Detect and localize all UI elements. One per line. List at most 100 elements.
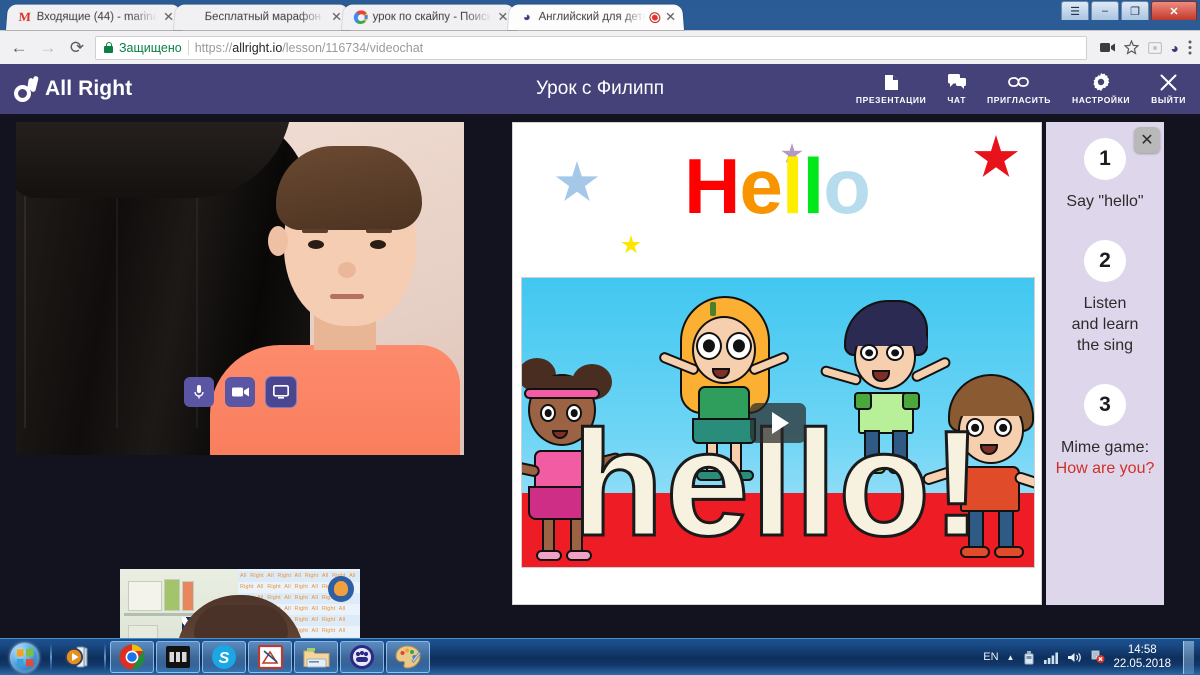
task-item-2: 2 Listen and learn the sing [1052,240,1158,356]
browser-tab-3[interactable]: урок по скайпу - Поиск ✕ [342,4,517,31]
tab-title: урок по скайпу - Поиск [372,11,492,24]
start-button[interactable] [1,641,47,674]
header-action-label: НАСТРОЙКИ [1071,94,1131,105]
task-number: 1 [1084,138,1126,180]
user-switch-button[interactable]: ☰ [1061,1,1089,20]
microphone-toggle[interactable] [184,377,214,407]
student-eye [308,240,324,249]
google-icon [353,10,369,25]
student-eye [370,240,386,249]
camera-toggle[interactable] [225,377,255,407]
header-action-settings[interactable]: НАСТРОЙКИ [1071,73,1131,105]
app-logo[interactable]: All Right [14,75,133,102]
red-app-icon[interactable] [248,641,292,673]
header-action-invite[interactable]: ПРИГЛАСИТЬ [987,74,1051,105]
close-button[interactable]: ✕ [1151,1,1197,20]
maximize-button[interactable]: ❐ [1121,1,1149,20]
header-action-label: ЧАТ [947,94,967,105]
forward-button[interactable]: → [37,37,59,59]
header-action-chat[interactable]: ЧАТ [947,74,966,105]
browser-tabstrip: M Входящие (44) - marina@ ✕ Бесплатный м… [0,0,1200,31]
menu-icon[interactable] [1188,40,1192,55]
close-icon [1160,74,1177,91]
tab-close-icon[interactable]: ✕ [664,9,678,24]
video-controls [184,377,296,407]
screen-share-toggle[interactable] [266,377,296,407]
browser-tab-1[interactable]: M Входящие (44) - marina@ ✕ [6,4,182,31]
cast-icon[interactable] [1147,41,1162,54]
taskbar-divider [104,643,106,671]
link-icon [1008,74,1030,91]
url-text: https://allright.io/lesson/116734/videoc… [194,40,424,55]
show-desktop-button[interactable] [1183,640,1194,674]
tab-title: Входящие (44) - marina@ [36,11,158,24]
browser-tab-4[interactable]: ◕ Английский для дете ✕ [508,4,685,31]
play-icon[interactable] [750,402,806,443]
file-explorer-icon[interactable] [294,641,338,673]
student-ear [268,226,288,256]
video-editor-icon[interactable] [156,641,200,673]
allright-icon: ◕ [522,9,532,25]
embedded-video-thumbnail[interactable]: hello! [521,277,1035,568]
show-hidden-icons-button[interactable]: ▲ [1007,653,1015,662]
clock[interactable]: 14:58 22.05.2018 [1113,643,1171,671]
mascot-logo-icon [328,576,354,602]
browser-tab-2[interactable]: Бесплатный марафон 19 ✕ [174,4,350,31]
brand-name: All Right [45,77,133,100]
task-number: 3 [1084,384,1126,426]
back-button[interactable]: ← [8,37,30,59]
allright-extension-icon[interactable]: ◕ [1171,41,1179,55]
skype-icon[interactable]: S [202,641,246,673]
clock-date: 22.05.2018 [1113,658,1171,670]
paint-icon[interactable] [386,641,430,673]
lock-icon [104,42,113,53]
panel-close-button[interactable]: ✕ [1134,127,1160,153]
green-square-icon [185,10,200,24]
network-icon[interactable] [1044,651,1059,664]
star-yellow-icon [621,235,641,254]
task-text-highlight: How are you? [1055,460,1155,477]
screen-root: M Входящие (44) - marina@ ✕ Бесплатный м… [0,0,1200,675]
header-action-label: ВЫЙТИ [1151,94,1186,105]
clock-time: 14:58 [1127,644,1157,656]
action-center-icon[interactable] [1090,650,1105,664]
tab-title: Английский для дете [538,11,647,24]
task-text: Listen and learn the sing [1071,295,1139,354]
language-indicator[interactable]: EN [983,651,998,663]
star-icon[interactable] [1123,40,1139,55]
chat-icon [947,74,966,91]
media-player-icon[interactable] [56,641,100,673]
chrome-icon[interactable] [110,641,154,673]
address-bar[interactable]: Защищено https://allright.io/lesson/1167… [95,35,1087,60]
tab-close-icon[interactable]: ✕ [162,9,176,24]
whiteboard-slide[interactable]: Hello hello! [512,122,1042,605]
minimize-button[interactable]: – [1091,1,1119,20]
allright-app: All Right Урок с Филипп ПРЕЗЕНТАЦИИ ЧАТ [0,64,1200,675]
teacher-bangs [194,605,288,641]
header-action-label: ПРИГЛАСИТЬ [987,94,1051,105]
blue-app-icon[interactable] [340,641,384,673]
task-text: Mime game: [1060,439,1150,456]
security-label: Защищено [119,40,182,55]
header-action-label: ПРЕЗЕНТАЦИИ [855,94,927,105]
reload-button[interactable]: ⟳ [66,37,88,59]
taskbar-divider [50,643,52,671]
header-action-presentations[interactable]: ПРЕЗЕНТАЦИИ [856,74,926,105]
svg-text:S: S [219,650,230,667]
camera-icon[interactable] [1099,42,1115,53]
slide-header-area: Hello [513,123,1041,273]
student-video[interactable] [16,122,464,455]
volume-icon[interactable] [1067,651,1082,664]
task-panel: ✕ 1 Say "hello" 2 Listen and learn the s… [1046,122,1164,605]
task-item-3: 3 Mime game: How are you? [1052,384,1158,479]
header-action-exit[interactable]: ВЫЙТИ [1151,74,1186,105]
tab-close-icon[interactable]: ✕ [330,9,344,24]
window-controls: ☰ – ❐ ✕ [1061,1,1197,20]
recording-indicator-icon [650,12,660,22]
removable-drive-icon[interactable] [1022,650,1036,665]
gear-icon [1092,73,1110,91]
lesson-stage: All Right All Right All Right All Right … [0,114,1200,675]
ok-hand-icon [14,75,39,102]
address-divider [187,40,189,55]
document-icon [884,74,899,91]
